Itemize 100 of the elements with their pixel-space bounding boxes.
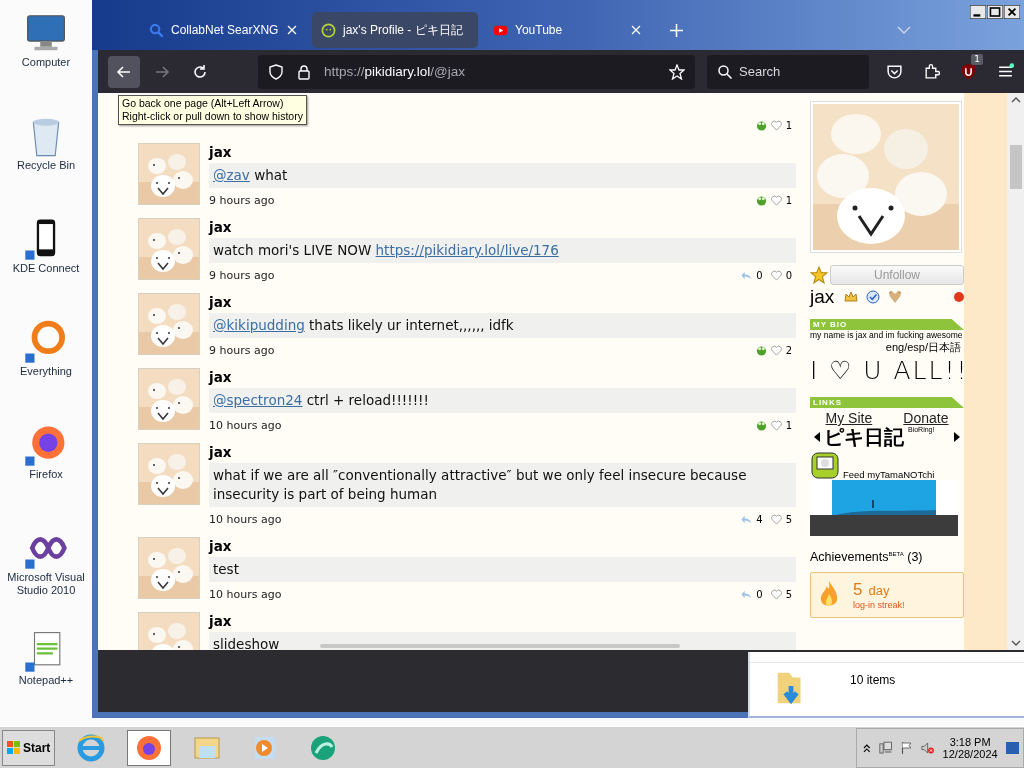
timestamp: 10 hours ago xyxy=(209,418,282,432)
streak-label: log-in streak! xyxy=(853,600,905,610)
scroll-down-icon[interactable] xyxy=(1010,640,1021,646)
post-link[interactable]: @zav xyxy=(213,167,250,183)
bio-text: my name is jax and im fucking awesome xyxy=(810,331,964,340)
like-count: 5 xyxy=(785,513,792,525)
profile-name: jax xyxy=(810,286,835,308)
shield-icon[interactable] xyxy=(268,63,284,80)
search-field[interactable]: Search xyxy=(707,54,869,89)
forward-arrow-icon xyxy=(154,63,170,80)
pet-device-icon[interactable] xyxy=(810,450,840,480)
scroll-thumb[interactable] xyxy=(1009,145,1022,189)
minimize-icon[interactable] xyxy=(970,5,986,19)
clock-date[interactable]: 12/28/2024 xyxy=(942,747,998,760)
smiley-icon xyxy=(321,22,336,38)
like-count: 1 xyxy=(785,194,792,206)
url-text[interactable]: https://pikidiary.lol/@jax xyxy=(324,64,657,79)
right-arrow-icon[interactable] xyxy=(954,432,960,442)
windows-logo-icon xyxy=(7,740,21,755)
maximize-icon[interactable] xyxy=(987,5,1003,19)
chevron-up-icon[interactable] xyxy=(863,742,871,753)
reload-icon xyxy=(192,63,208,80)
network-icon[interactable] xyxy=(878,740,892,755)
timestamp: 9 hours ago xyxy=(209,343,275,357)
post-link[interactable]: @spectron24 xyxy=(213,392,303,408)
browser-tab[interactable]: jax's Profile - ピキ日記 xyxy=(312,12,478,48)
reply-count: 0 xyxy=(756,269,763,281)
desktop-icon-label[interactable]: Everything xyxy=(1,365,91,378)
signature-text: I ♡ U ALL!! xyxy=(810,355,964,387)
frog-icon[interactable] xyxy=(755,194,767,206)
frog-icon[interactable] xyxy=(755,119,767,131)
post-link[interactable]: https://pikidiary.lol/live/176 xyxy=(375,242,559,258)
post-text: test xyxy=(209,557,796,582)
menu-icon[interactable] xyxy=(997,63,1014,80)
browser-tab[interactable]: YouTube xyxy=(484,12,650,48)
reply-count: 0 xyxy=(756,588,763,600)
post-text: watch mori's LIVE NOW https://pikidiary.lol/live/176 xyxy=(209,238,796,263)
section-heading: LINKS xyxy=(810,397,964,408)
pet-link[interactable]: Feed myTamaNOTchi xyxy=(843,469,935,480)
like-count: 5 xyxy=(785,588,792,600)
post-text: what if we are all ″conventionally attractive″ but we only feel insecure because insecurity is part of being human xyxy=(209,463,796,507)
pocket-icon[interactable] xyxy=(886,63,903,80)
timestamp: 10 hours ago xyxy=(209,512,282,526)
item-count: 10 items xyxy=(850,673,896,687)
desktop-icon-label[interactable]: Computer xyxy=(1,56,91,69)
like-count: 0 xyxy=(785,269,792,281)
author-name[interactable]: jax xyxy=(209,537,232,555)
search-icon xyxy=(149,22,164,38)
author-name[interactable]: jax xyxy=(209,368,232,386)
left-arrow-icon[interactable] xyxy=(814,432,820,442)
like-count: 2 xyxy=(785,344,792,356)
author-name[interactable]: jax xyxy=(209,218,232,236)
clock-time[interactable]: 3:18 PM xyxy=(949,735,991,748)
show-desktop-button[interactable] xyxy=(1005,741,1019,754)
profile-link[interactable]: Donate xyxy=(903,410,949,426)
flag-icon[interactable] xyxy=(899,740,914,755)
post-link[interactable]: @kikipudding xyxy=(213,317,305,333)
timestamp: 9 hours ago xyxy=(209,268,275,282)
desktop-icon-label[interactable]: Notepad++ xyxy=(1,674,91,687)
post-text: @kikipudding thats likely ur internet,,,,,, idfk xyxy=(209,313,796,338)
ring-title[interactable]: ピキ日記 xyxy=(824,426,904,448)
desktop-icon-label[interactable]: KDE Connect xyxy=(1,262,91,275)
scrollbar[interactable] xyxy=(1007,93,1024,650)
desktop-icon-label[interactable]: Firefox xyxy=(1,468,91,481)
new-tab-icon[interactable] xyxy=(670,23,683,37)
profile-link[interactable]: My Site xyxy=(825,410,873,426)
scroll-handle[interactable] xyxy=(320,644,680,648)
frog-icon[interactable] xyxy=(755,344,767,356)
status-dot xyxy=(954,292,964,302)
tooltip: Go back one page (Alt+Left Arrow) Right-click or pull down to show history xyxy=(118,95,307,125)
streak-unit: day xyxy=(868,583,890,598)
author-name[interactable]: jax xyxy=(209,293,232,311)
timestamp: 10 hours ago xyxy=(209,587,282,601)
crown-icon xyxy=(844,290,859,304)
back-arrow-icon xyxy=(116,63,132,80)
post-text: @spectron24 ctrl + reload!!!!!!! xyxy=(209,388,796,413)
address-bar[interactable]: https://pikidiary.lol/@jax xyxy=(258,54,695,89)
shield-icon[interactable] xyxy=(960,63,977,80)
taskbar-app[interactable] xyxy=(127,729,172,766)
muted-speaker-icon[interactable] xyxy=(921,740,935,755)
scroll-up-icon[interactable] xyxy=(1010,97,1021,103)
search-icon xyxy=(717,63,733,80)
desktop-icon-label[interactable]: Recycle Bin xyxy=(1,159,91,172)
author-name[interactable]: jax xyxy=(209,143,232,161)
timestamp: 9 hours ago xyxy=(209,193,275,207)
browser-tab[interactable]: CollabNet SearXNG xyxy=(140,12,306,48)
start-button[interactable]: Start xyxy=(2,729,56,766)
star-icon[interactable] xyxy=(810,266,828,284)
section-heading: MY BIO xyxy=(810,319,964,330)
back-button[interactable] xyxy=(108,55,140,88)
desktop-icon-label[interactable]: Microsoft Visual Studio 2010 xyxy=(1,571,91,597)
reply-count: 4 xyxy=(756,513,763,525)
author-name[interactable]: jax xyxy=(209,612,232,630)
close-icon[interactable] xyxy=(1004,5,1020,19)
lock-icon[interactable] xyxy=(296,63,312,80)
achievements-heading: Achievements$^{BETA}$ (3) xyxy=(810,550,924,564)
streak-number: 5 xyxy=(853,580,863,600)
puzzle-icon[interactable] xyxy=(923,63,940,80)
author-name[interactable]: jax xyxy=(209,443,232,461)
frog-icon[interactable] xyxy=(755,419,767,431)
